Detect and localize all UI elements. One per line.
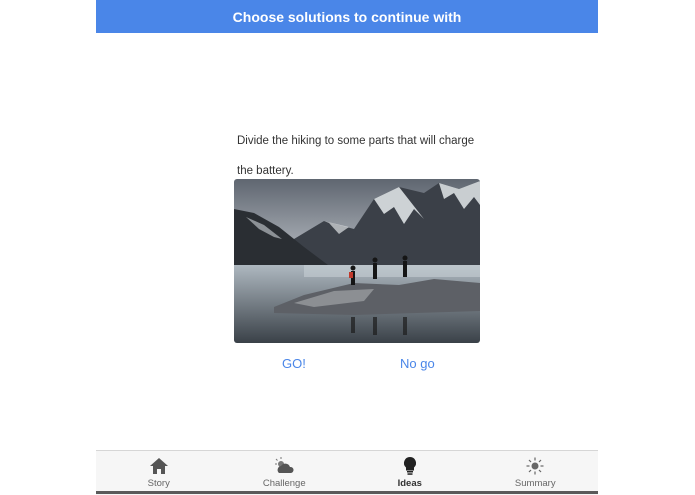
tab-story[interactable]: Story <box>96 451 222 495</box>
page-title: Choose solutions to continue with <box>232 8 462 25</box>
go-button[interactable]: GO! <box>282 356 306 371</box>
hiking-photo-illustration <box>234 179 480 343</box>
tab-ideas[interactable]: Ideas <box>347 451 473 495</box>
tab-challenge-label: Challenge <box>262 478 306 489</box>
tab-story-label: Story <box>147 478 170 489</box>
lightbulb-icon <box>399 456 421 476</box>
cloud-sun-icon <box>273 456 295 476</box>
house-icon <box>148 456 170 476</box>
sun-icon <box>524 456 546 476</box>
tab-summary[interactable]: Summary <box>473 451 599 495</box>
tab-challenge[interactable]: Challenge <box>222 451 348 495</box>
solution-photo <box>234 179 480 343</box>
page-header: Choose solutions to continue with <box>96 0 598 33</box>
no-go-button[interactable]: No go <box>400 356 435 371</box>
tab-summary-label: Summary <box>514 478 556 489</box>
solution-description: Divide the hiking to some parts that wil… <box>237 135 475 177</box>
bottom-tab-bar: Story Challenge Ideas Summary <box>96 450 598 495</box>
app-screen: Choose solutions to continue with Divide… <box>96 0 598 495</box>
tab-ideas-label: Ideas <box>397 478 422 489</box>
